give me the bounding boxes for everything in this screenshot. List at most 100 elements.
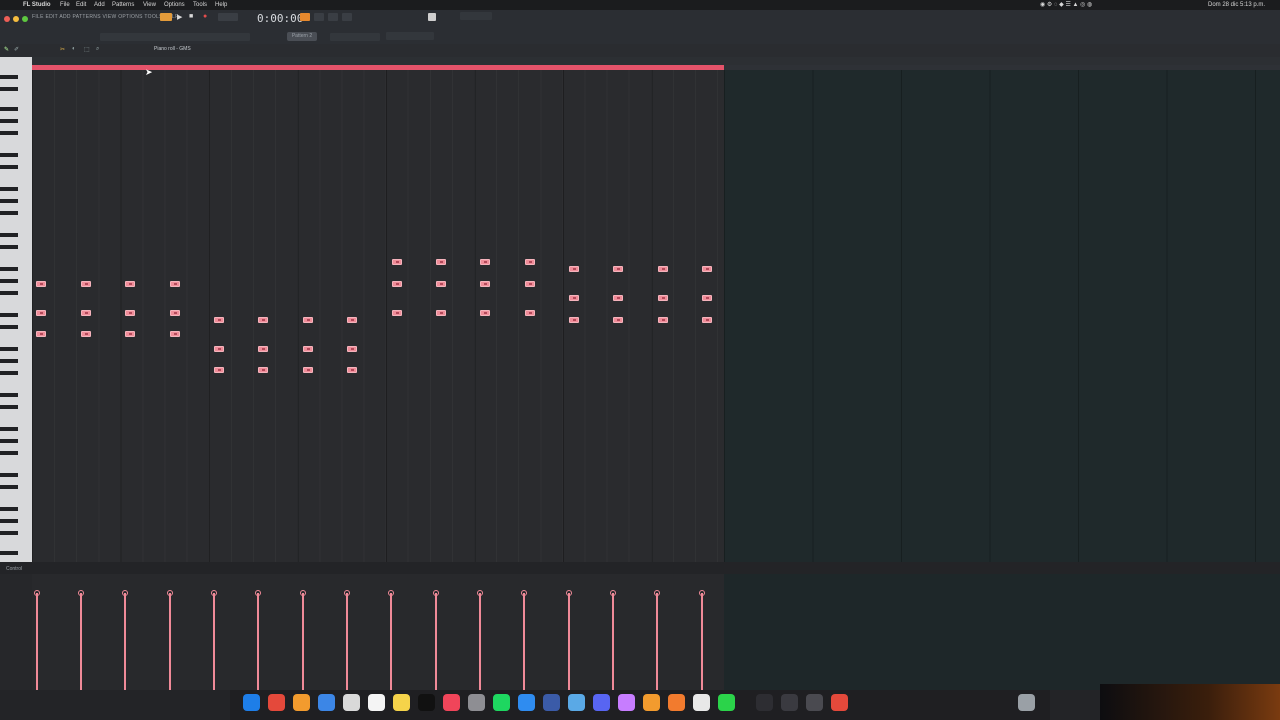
black-key[interactable] [0,119,18,123]
record-icon[interactable]: ● [203,13,207,20]
pattern-selector[interactable]: Pattern 2 [287,32,317,41]
fl-menu-strip[interactable]: FILE EDIT ADD PATTERNS VIEW OPTIONS TOOL… [32,14,179,20]
wait-button[interactable] [314,13,324,21]
midi-note[interactable] [303,367,313,373]
velocity-bar[interactable] [344,590,350,690]
fl-studio-icon-2[interactable] [643,694,660,711]
note-grid[interactable] [32,70,724,562]
black-key[interactable] [0,131,18,135]
stop-icon[interactable]: ■ [189,13,193,20]
black-key[interactable] [0,519,18,523]
messages-icon[interactable] [718,694,735,711]
midi-note[interactable] [436,310,446,316]
midi-note[interactable] [613,295,623,301]
menu-help[interactable]: Help [215,0,227,10]
midi-note[interactable] [170,281,180,287]
midi-note[interactable] [347,367,357,373]
menu-view[interactable]: View [143,0,156,10]
velocity-bar[interactable] [167,590,173,690]
midi-note[interactable] [303,317,313,323]
midi-note[interactable] [436,281,446,287]
utility-icon[interactable] [568,694,585,711]
app-store-icon[interactable] [318,694,335,711]
midi-note[interactable] [258,367,268,373]
apple-tv-icon[interactable] [418,694,435,711]
timeline-ruler[interactable] [32,57,1280,65]
pattern-song-toggle[interactable] [160,13,172,21]
midi-note[interactable] [569,295,579,301]
midi-note[interactable] [392,310,402,316]
velocity-bar[interactable] [34,590,40,690]
metronome-button[interactable] [300,13,310,21]
calendar-icon[interactable] [368,694,385,711]
midi-note[interactable] [125,331,135,337]
velocity-lane[interactable] [32,574,724,690]
fl-studio-icon-3[interactable] [668,694,685,711]
midi-note[interactable] [303,346,313,352]
black-key[interactable] [0,211,18,215]
velocity-bar[interactable] [255,590,261,690]
midi-note[interactable] [81,331,91,337]
midi-note[interactable] [214,346,224,352]
black-key[interactable] [0,325,18,329]
midi-note[interactable] [258,317,268,323]
midi-note[interactable] [525,259,535,265]
discord-icon[interactable] [593,694,610,711]
midi-note[interactable] [480,259,490,265]
midi-note[interactable] [125,310,135,316]
spotify-icon[interactable] [493,694,510,711]
chrome-icon-2[interactable] [831,694,848,711]
status-icons[interactable]: ◉ ⚙ ◌ ◆ ☰ ▲ ◎ ◍ [1040,0,1092,10]
note-grid-out-of-range[interactable] [724,70,1280,562]
midi-note[interactable] [392,281,402,287]
velocity-bar[interactable] [610,590,616,690]
control-lane-label[interactable]: Control [6,566,22,572]
utility-icon-2[interactable] [806,694,823,711]
black-key[interactable] [0,245,18,249]
midi-note[interactable] [658,317,668,323]
midi-note[interactable] [347,317,357,323]
midi-note[interactable] [258,346,268,352]
black-key[interactable] [0,405,18,409]
midi-note[interactable] [613,266,623,272]
black-key[interactable] [0,473,18,477]
midi-note[interactable] [613,317,623,323]
brush-tool-icon[interactable]: ✐ [14,46,19,53]
velocity-bar[interactable] [477,590,483,690]
midi-note[interactable] [436,259,446,265]
blend-button[interactable] [342,13,352,21]
music-icon[interactable] [443,694,460,711]
midi-note[interactable] [480,310,490,316]
menu-add[interactable]: Add [94,0,105,10]
midi-note[interactable] [36,310,46,316]
velocity-lane-out-of-range[interactable] [724,574,1280,690]
black-key[interactable] [0,359,18,363]
black-key[interactable] [0,165,18,169]
midi-note[interactable] [36,281,46,287]
midi-note[interactable] [569,266,579,272]
velocity-bar[interactable] [433,590,439,690]
activity-icon[interactable] [756,694,773,711]
chrome-icon[interactable] [268,694,285,711]
delete-tool-icon[interactable]: ✂ [60,46,65,53]
midi-note[interactable] [658,295,668,301]
midi-note[interactable] [525,310,535,316]
velocity-bar[interactable] [388,590,394,690]
mute-tool-icon[interactable]: ◐ [72,46,76,52]
menu-patterns[interactable]: Patterns [112,0,134,10]
menubar-clock[interactable]: Dom 28 dic 5:13 p.m. [1208,0,1265,10]
velocity-bar[interactable] [78,590,84,690]
menu-tools[interactable]: Tools [193,0,207,10]
menu-file[interactable]: File [60,0,70,10]
black-key[interactable] [0,427,18,431]
black-key[interactable] [0,279,18,283]
midi-note[interactable] [170,331,180,337]
black-key[interactable] [0,451,18,455]
black-key[interactable] [0,313,18,317]
tempo-display[interactable] [218,13,238,21]
midi-note[interactable] [125,281,135,287]
document-icon[interactable] [693,694,710,711]
trash-icon[interactable] [1018,694,1035,711]
velocity-bar[interactable] [699,590,705,690]
play-icon[interactable]: ▶ [177,13,182,21]
